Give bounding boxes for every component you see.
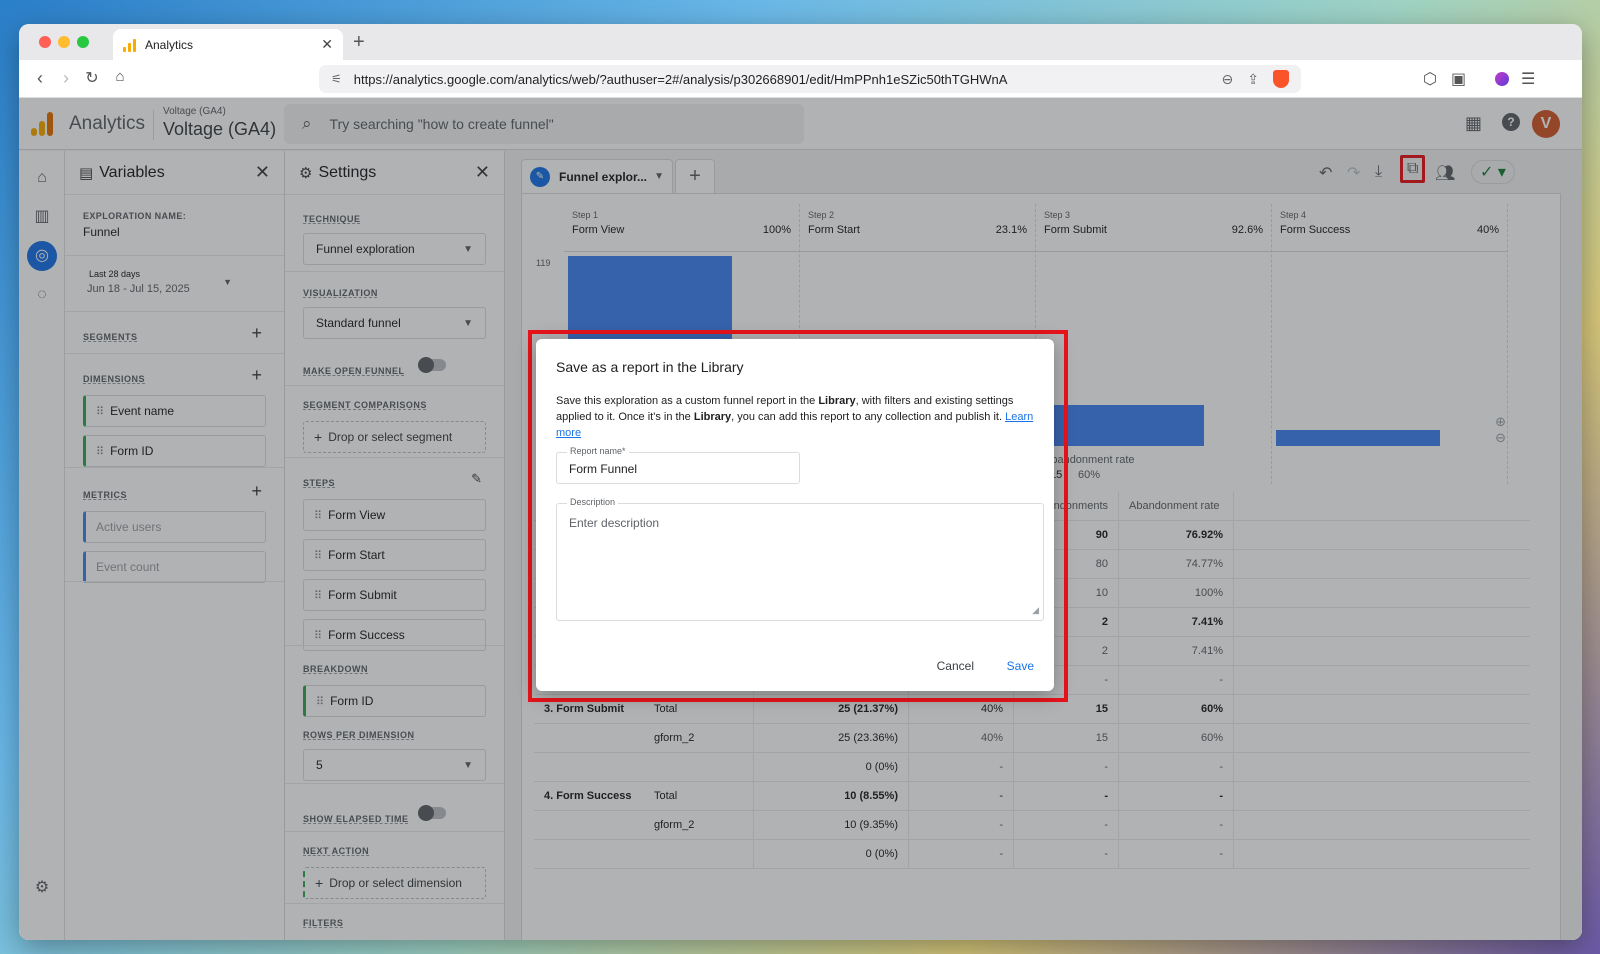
wallet-icon[interactable]: ▣ bbox=[1451, 69, 1466, 89]
browser-tab[interactable]: Analytics ✕ bbox=[113, 29, 343, 60]
forward-button[interactable]: › bbox=[55, 68, 77, 89]
tab-title: Analytics bbox=[145, 37, 194, 52]
site-settings-icon[interactable]: ⚟ bbox=[331, 72, 342, 86]
save-button[interactable]: Save bbox=[1007, 659, 1034, 673]
extensions-icon[interactable]: ⬡ bbox=[1423, 69, 1437, 89]
description-placeholder: Enter description bbox=[569, 516, 660, 530]
save-report-dialog: Save as a report in the Library Save thi… bbox=[536, 339, 1054, 691]
tab-close-icon[interactable]: ✕ bbox=[321, 36, 333, 53]
report-name-value: Form Funnel bbox=[569, 462, 638, 476]
dialog-description: Save this exploration as a custom funnel… bbox=[556, 395, 1034, 439]
description-label: Description bbox=[567, 497, 619, 507]
reload-button[interactable]: ↻ bbox=[81, 68, 103, 88]
report-name-label: Report name* bbox=[567, 446, 629, 456]
report-name-field[interactable]: Report name* Form Funnel bbox=[556, 446, 800, 484]
home-icon[interactable]: ⌂ bbox=[109, 68, 131, 85]
nav-bar: ‹ › ↻ ⌂ ⚟ https://analytics.google.com/a… bbox=[19, 60, 1582, 98]
brave-shield-icon[interactable] bbox=[1273, 70, 1289, 88]
address-bar[interactable]: ⚟ https://analytics.google.com/analytics… bbox=[319, 65, 1301, 93]
dialog-title: Save as a report in the Library bbox=[556, 359, 744, 375]
resize-handle-icon[interactable]: ◢ bbox=[1032, 605, 1039, 616]
profile-icon[interactable] bbox=[1495, 72, 1509, 86]
maximize-window-button[interactable] bbox=[77, 36, 89, 48]
cancel-button[interactable]: Cancel bbox=[937, 659, 974, 673]
close-window-button[interactable] bbox=[39, 36, 51, 48]
analytics-favicon-icon bbox=[123, 38, 137, 52]
zoom-icon[interactable]: ⊖ bbox=[1222, 71, 1234, 88]
description-field[interactable]: Description Enter description ◢ bbox=[556, 497, 1044, 621]
tab-strip: Analytics ✕ + bbox=[19, 24, 1582, 60]
url-text: https://analytics.google.com/analytics/w… bbox=[353, 71, 1008, 87]
menu-icon[interactable]: ☰ bbox=[1521, 69, 1535, 89]
back-button[interactable]: ‹ bbox=[29, 68, 51, 89]
minimize-window-button[interactable] bbox=[58, 36, 70, 48]
new-tab-button[interactable]: + bbox=[353, 31, 365, 54]
share-icon[interactable]: ⇪ bbox=[1247, 71, 1259, 88]
